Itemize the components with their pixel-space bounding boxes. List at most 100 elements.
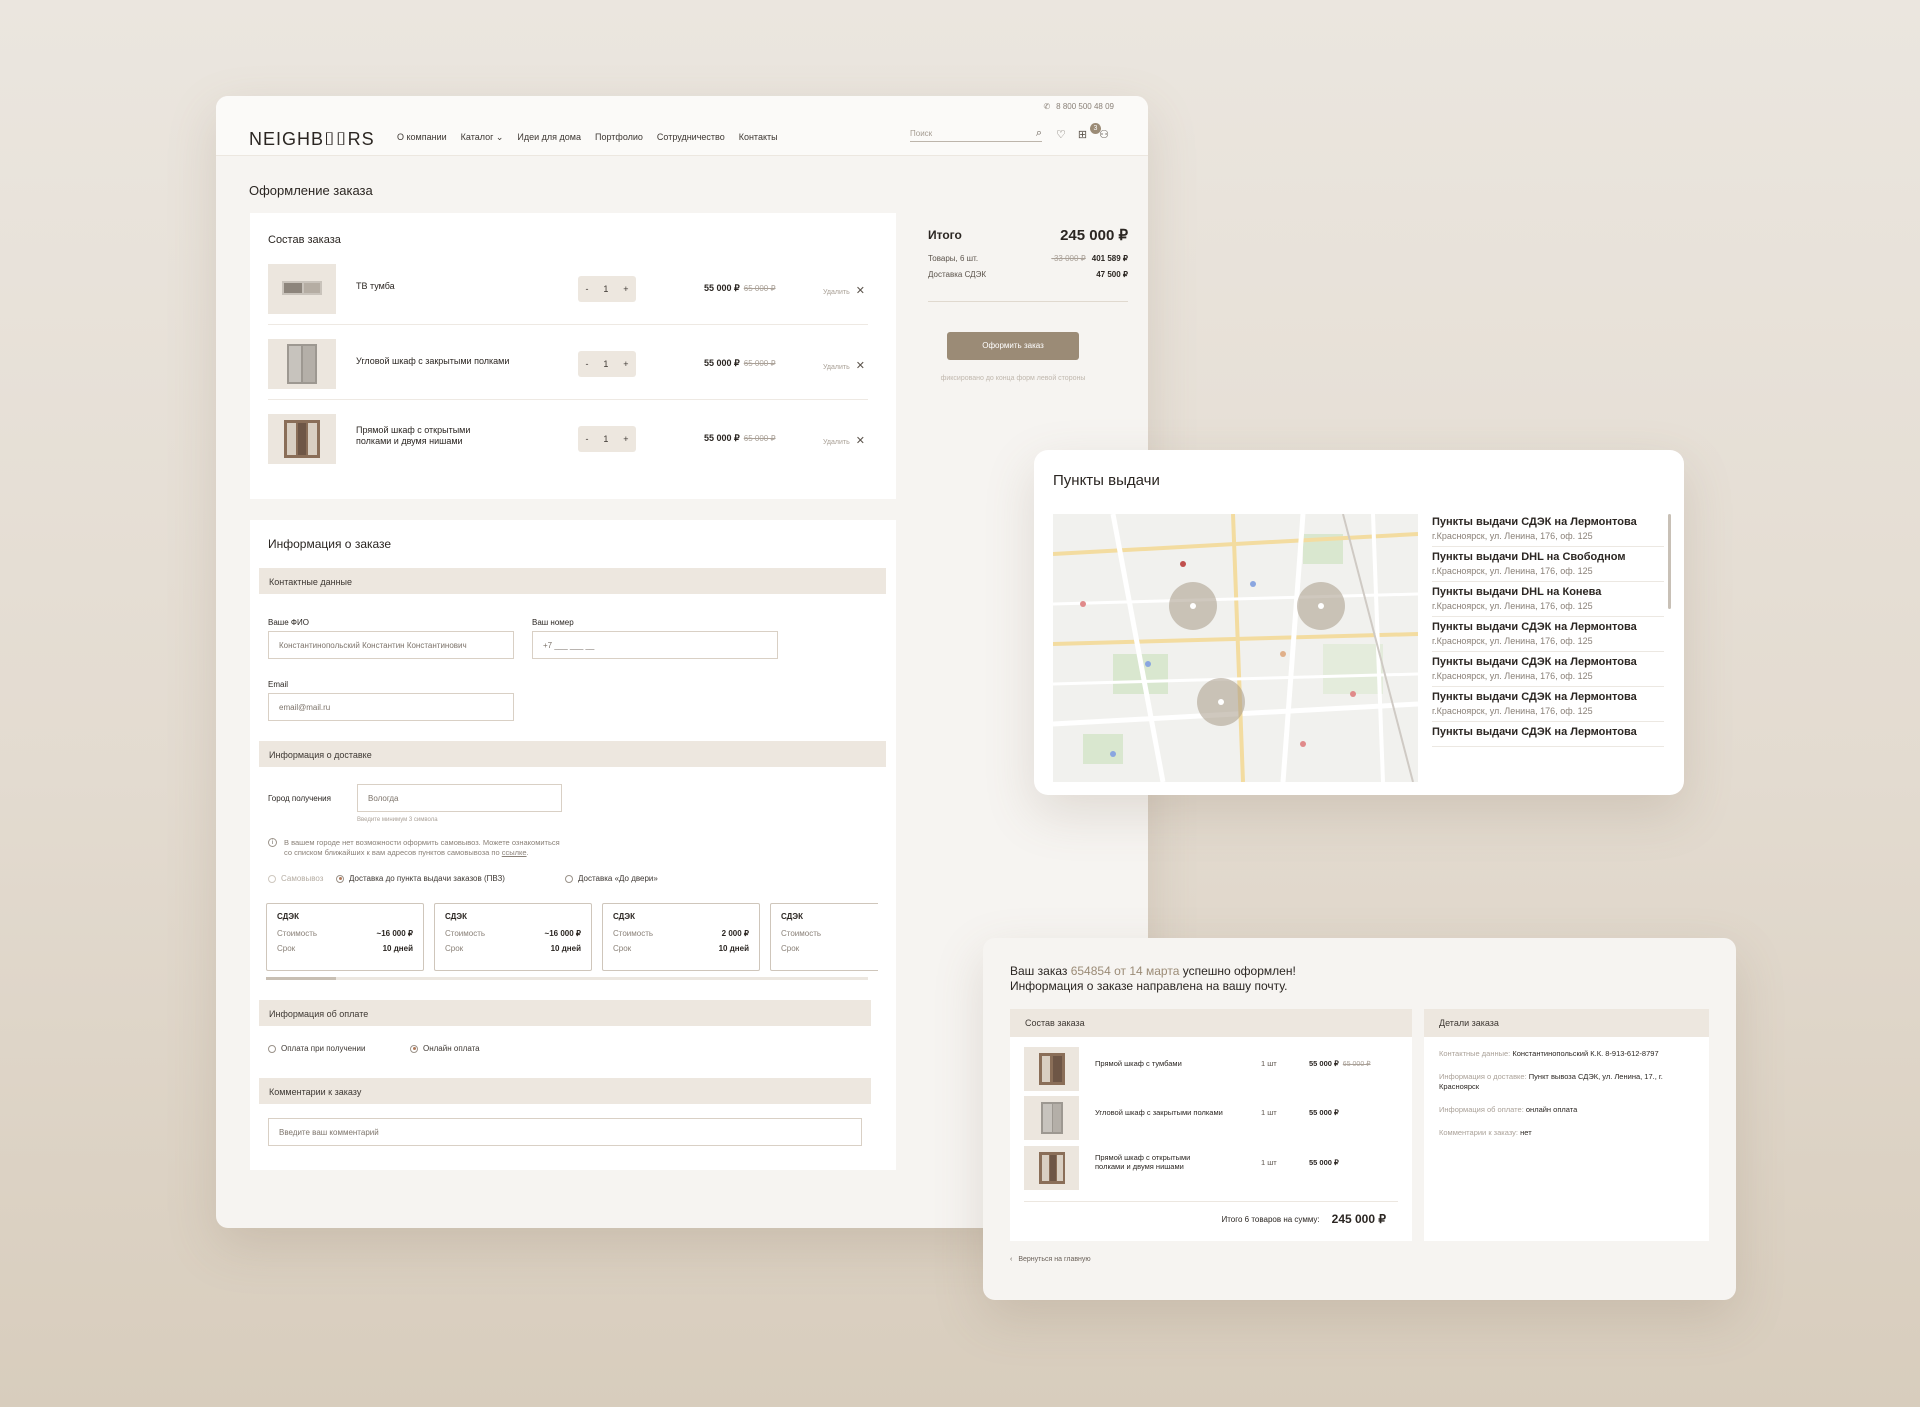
old-price: 65 000 ₽ [743, 284, 776, 293]
pickup-point-item[interactable]: Пункты выдачи DHL на Конева г.Красноярск,… [1432, 582, 1664, 617]
notice-link[interactable]: ссылке [502, 848, 527, 857]
cart-icon[interactable]: ⊞ [1078, 128, 1087, 141]
pickup-point-item[interactable]: Пункты выдачи СДЭК на Лермонтова г.Красно… [1432, 687, 1664, 722]
product-thumb-corner-wardrobe[interactable] [268, 339, 336, 389]
product-name[interactable]: Угловой шкаф с закрытыми полками [356, 356, 556, 367]
product-thumb-tv[interactable] [268, 264, 336, 314]
qty-plus-button[interactable]: + [623, 284, 628, 294]
delete-button[interactable]: Удалить ✕ [823, 284, 865, 297]
radio-pickup[interactable]: Самовывоз [268, 874, 323, 883]
tv-stand-icon [282, 281, 322, 295]
success-item-price: 55 000 ₽ [1309, 1158, 1339, 1167]
carousel-scroll-thumb[interactable] [266, 977, 336, 980]
old-price: 65 000 ₽ [1342, 1061, 1371, 1068]
nav-item-about[interactable]: О компании [397, 132, 447, 143]
qty-value[interactable]: 1 [603, 434, 608, 444]
delivery-option-card[interactable]: СДЭК Стоимость Срок [770, 903, 878, 971]
qty-value[interactable]: 1 [603, 284, 608, 294]
qty-value[interactable]: 1 [603, 359, 608, 369]
order-success-panel: Ваш заказ 654854 от 14 марта успешно офо… [983, 938, 1736, 1300]
success-item-name: Прямой шкаф с открытыми полками и двумя … [1095, 1153, 1191, 1171]
summary-hint: фиксировано до конца форм левой стороны [940, 375, 1086, 382]
qty-minus-button[interactable]: - [585, 284, 588, 294]
divider [1024, 1201, 1398, 1202]
success-item-row: Угловой шкаф с закрытыми полками 1 шт 55… [1024, 1096, 1402, 1142]
qty-minus-button[interactable]: - [585, 359, 588, 369]
delete-button[interactable]: Удалить ✕ [823, 434, 865, 447]
success-item-name: Прямой шкаф с тумбами [1095, 1059, 1182, 1068]
details-delivery: Информация о доставке: Пункт вывоза СДЭК… [1439, 1072, 1663, 1091]
delivery-option-card[interactable]: СДЭК Стоимость 2 000 ₽ Срок 10 дней [602, 903, 760, 971]
nav-item-ideas[interactable]: Идеи для дома [517, 132, 581, 143]
chevron-down-icon: ⌄ [495, 132, 504, 142]
info-icon: i [268, 838, 277, 847]
success-message: Ваш заказ 654854 от 14 марта успешно офо… [1010, 964, 1296, 993]
success-item-price: 55 000 ₽65 000 ₽ [1309, 1059, 1371, 1068]
delivery-option-card[interactable]: СДЭК Стоимость ~16 000 ₽ Срок 10 дней [266, 903, 424, 971]
old-price: 65 000 ₽ [743, 359, 776, 368]
pickup-point-item[interactable]: Пункты выдачи СДЭК на Лермонтова г.Красно… [1432, 652, 1664, 687]
delete-button[interactable]: Удалить ✕ [823, 359, 865, 372]
place-order-button[interactable]: Оформить заказ [947, 332, 1079, 360]
qty-plus-button[interactable]: + [623, 359, 628, 369]
nav-item-contacts[interactable]: Контакты [739, 132, 778, 143]
pickup-point-item[interactable]: Пункты выдачи СДЭК на Лермонтова г.Красно… [1432, 512, 1664, 547]
success-item-qty: 1 шт [1261, 1059, 1277, 1068]
qty-plus-button[interactable]: + [623, 434, 628, 444]
comment-input[interactable]: Введите ваш комментарий [268, 1118, 862, 1146]
email-input[interactable]: email@mail.ru [268, 693, 514, 721]
pickup-points-panel: Пункты выдачи Пункты выдачи СДЭК на Лерм… [1034, 450, 1684, 795]
payment-section-bar: Информация об оплате [259, 1000, 871, 1026]
pickup-point-item[interactable]: Пункты выдачи DHL на Свободном г.Краснояр… [1432, 547, 1664, 582]
success-total: Итого 6 товаров на сумму: 245 000 ₽ [1221, 1212, 1386, 1226]
nav-item-catalog[interactable]: Каталог ⌄ [461, 132, 504, 143]
order-card-title: Состав заказа [268, 234, 341, 246]
success-order-card: Состав заказа Прямой шкаф с тумбами 1 шт… [1010, 1009, 1412, 1241]
details-payment: Информация об оплате: онлайн оплата [1439, 1105, 1578, 1114]
order-details-card: Детали заказа Контактные данные: Констан… [1424, 1009, 1709, 1241]
old-price: 65 000 ₽ [743, 434, 776, 443]
close-icon: ✕ [855, 360, 865, 372]
radio-pay-on-delivery[interactable]: Оплата при получении [268, 1044, 365, 1053]
back-home-link[interactable]: ‹ Вернуться на главную [1010, 1256, 1091, 1263]
success-item-row: Прямой шкаф с открытыми полками и двумя … [1024, 1146, 1402, 1192]
details-comment: Комментарии к заказу: нет [1439, 1128, 1532, 1137]
product-name[interactable]: Прямой шкаф с открытыми полками и двумя … [356, 425, 496, 447]
product-thumb-straight-wardrobe[interactable] [268, 414, 336, 464]
order-number: 654854 от 14 марта [1070, 964, 1180, 978]
radio-door[interactable]: Доставка «До двери» [565, 874, 658, 883]
search-input[interactable]: Поиск ⌕ [910, 126, 1042, 142]
carousel-scrollbar[interactable] [266, 977, 868, 980]
summary-goods-price: 401 589 ₽ [1091, 254, 1128, 263]
nav-item-cooperation[interactable]: Сотрудничество [657, 132, 725, 143]
pickup-map[interactable] [1053, 514, 1418, 782]
qty-minus-button[interactable]: - [585, 434, 588, 444]
order-row: ТВ тумба - 1 + 55 000 ₽65 000 ₽ Удалить ✕ [268, 259, 868, 325]
product-name[interactable]: ТВ тумба [356, 281, 506, 292]
delivery-option-card[interactable]: СДЭК Стоимость ~16 000 ₽ Срок 10 дней [434, 903, 592, 971]
quantity-stepper: - 1 + [578, 351, 636, 377]
city-input[interactable]: Вологда [357, 784, 562, 812]
fio-label: Ваше ФИО [268, 618, 309, 627]
pickup-point-item[interactable]: Пункты выдачи СДЭК на Лермонтова г.Красно… [1432, 617, 1664, 652]
header-icons: ♡ ⊞ ⚇ [1056, 128, 1109, 141]
fio-input[interactable]: Константинопольский Константин Константи… [268, 631, 514, 659]
pickup-point-item[interactable]: Пункты выдачи СДЭК на Лермонтова [1432, 722, 1664, 747]
site-header: ✆ 8 800 500 48 09 NEIGHB⌷⌷RS О компании К… [216, 96, 1148, 156]
product-price: 55 000 ₽65 000 ₽ [704, 433, 776, 443]
heart-icon[interactable]: ♡ [1056, 128, 1066, 141]
radio-pvz[interactable]: Доставка до пункта выдачи заказов (ПВЗ) [336, 874, 505, 883]
phone-label: Ваш номер [532, 618, 574, 627]
phone-input[interactable]: +7 ___ ___ __ [532, 631, 778, 659]
city-hint: Введите минимум 3 символа [357, 817, 438, 823]
success-item-qty: 1 шт [1261, 1158, 1277, 1167]
radio-pay-online[interactable]: Онлайн оплата [410, 1044, 480, 1053]
close-icon: ✕ [855, 435, 865, 447]
product-price: 55 000 ₽65 000 ₽ [704, 283, 776, 293]
search-icon[interactable]: ⌕ [1036, 127, 1042, 140]
site-logo[interactable]: NEIGHB⌷⌷RS [249, 129, 375, 150]
success-item-price: 55 000 ₽ [1309, 1108, 1339, 1117]
header-phone[interactable]: ✆ 8 800 500 48 09 [1043, 102, 1114, 111]
nav-item-portfolio[interactable]: Портфолио [595, 132, 643, 143]
pickup-list-scrollbar[interactable] [1668, 514, 1671, 609]
